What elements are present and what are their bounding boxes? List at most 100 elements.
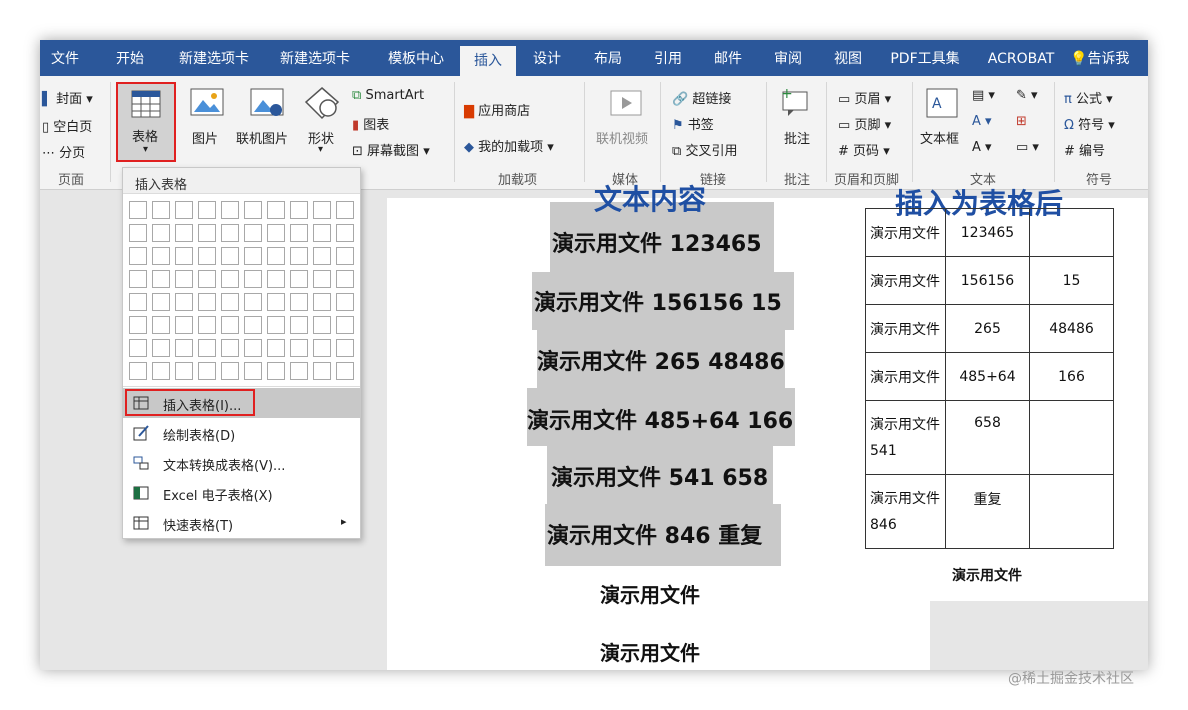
convert-text-to-table-menu-item[interactable]: 文本转换成表格(V)... — [123, 448, 360, 478]
grid-cell[interactable] — [336, 362, 354, 380]
table-cell[interactable]: 15 — [1029, 256, 1114, 305]
wordart-icon[interactable]: A ▾ — [972, 114, 992, 129]
grid-cell[interactable] — [267, 201, 285, 219]
grid-cell[interactable] — [175, 339, 193, 357]
page-number-button[interactable]: # 页码 ▾ — [838, 140, 890, 159]
textbox-button[interactable]: 文本框 — [920, 128, 959, 147]
grid-cell[interactable] — [221, 247, 239, 265]
grid-cell[interactable] — [129, 316, 147, 334]
smartart-button[interactable]: ⧉ SmartArt — [352, 88, 424, 103]
table-button[interactable]: 表格 ▾ — [116, 82, 176, 162]
store-button[interactable]: ▇ 应用商店 — [464, 100, 530, 119]
grid-cell[interactable] — [290, 316, 308, 334]
tab-view[interactable]: 视图 — [820, 40, 876, 76]
result-table[interactable]: 演示用文件 123465 演示用文件 156156 15 演示用文件 265 4… — [865, 208, 1114, 549]
equation-button[interactable]: π 公式 ▾ — [1064, 88, 1113, 107]
grid-cell[interactable] — [290, 293, 308, 311]
table-cell[interactable] — [1029, 208, 1114, 257]
grid-cell[interactable] — [152, 293, 170, 311]
grid-cell[interactable] — [221, 339, 239, 357]
quick-tables-menu-item[interactable]: 快速表格(T) ▸ — [123, 508, 360, 538]
grid-cell[interactable] — [267, 316, 285, 334]
grid-cell[interactable] — [313, 224, 331, 242]
grid-cell[interactable] — [129, 339, 147, 357]
cross-reference-button[interactable]: ⧉ 交叉引用 — [672, 140, 737, 159]
grid-cell[interactable] — [313, 316, 331, 334]
page-break-button[interactable]: ⋯ 分页 — [42, 142, 85, 161]
table-cell[interactable]: 演示用文件 — [865, 256, 946, 305]
grid-cell[interactable] — [129, 224, 147, 242]
grid-cell[interactable] — [290, 224, 308, 242]
grid-cell[interactable] — [221, 362, 239, 380]
tab-review[interactable]: 审阅 — [760, 40, 816, 76]
grid-cell[interactable] — [313, 339, 331, 357]
grid-cell[interactable] — [152, 316, 170, 334]
tab-tell-me[interactable]: 💡告诉我 — [1070, 40, 1148, 76]
footer-button[interactable]: ▭ 页脚 ▾ — [838, 114, 891, 133]
grid-cell[interactable] — [267, 362, 285, 380]
table-cell[interactable]: 演示用文件 — [865, 208, 946, 257]
tab-design[interactable]: 设计 — [520, 40, 574, 76]
quick-parts-icon[interactable]: ▤ ▾ — [972, 88, 995, 103]
grid-cell[interactable] — [175, 247, 193, 265]
grid-cell[interactable] — [129, 247, 147, 265]
grid-cell[interactable] — [152, 339, 170, 357]
grid-cell[interactable] — [244, 247, 262, 265]
grid-cell[interactable] — [198, 224, 216, 242]
table-cell[interactable]: 485+64 — [945, 352, 1030, 401]
blank-page-button[interactable]: ▯ 空白页 — [42, 116, 92, 135]
excel-spreadsheet-menu-item[interactable]: Excel 电子表格(X) — [123, 478, 360, 508]
grid-cell[interactable] — [313, 270, 331, 288]
grid-cell[interactable] — [244, 339, 262, 357]
tab-mailings[interactable]: 邮件 — [700, 40, 756, 76]
table-cell[interactable]: 265 — [945, 304, 1030, 353]
tab-template-center[interactable]: 模板中心 — [372, 40, 460, 76]
grid-cell[interactable] — [198, 270, 216, 288]
object-icon[interactable]: ⊞ — [1016, 114, 1027, 129]
grid-cell[interactable] — [244, 362, 262, 380]
tab-pdf-tools[interactable]: PDF工具集 — [880, 40, 970, 76]
grid-cell[interactable] — [152, 201, 170, 219]
picture-button[interactable]: 图片 — [192, 128, 218, 147]
tab-insert[interactable]: 插入 — [460, 46, 516, 76]
grid-cell[interactable] — [244, 293, 262, 311]
grid-cell[interactable] — [336, 293, 354, 311]
grid-cell[interactable] — [290, 201, 308, 219]
signature-line-icon[interactable]: ✎ ▾ — [1016, 88, 1038, 103]
tab-acrobat[interactable]: ACROBAT — [980, 40, 1062, 76]
table-cell[interactable] — [1029, 400, 1114, 475]
table-size-grid[interactable] — [129, 201, 357, 383]
grid-cell[interactable] — [290, 247, 308, 265]
numbering-button[interactable]: # 编号 — [1064, 140, 1105, 159]
date-time-icon[interactable]: ▭ ▾ — [1016, 140, 1039, 155]
grid-cell[interactable] — [175, 224, 193, 242]
grid-cell[interactable] — [152, 224, 170, 242]
grid-cell[interactable] — [267, 270, 285, 288]
cover-page-button[interactable]: ▌ 封面 ▾ — [42, 88, 93, 107]
online-video-button[interactable]: 联机视频 — [596, 128, 648, 147]
grid-cell[interactable] — [129, 270, 147, 288]
new-comment-button[interactable]: 批注 — [784, 128, 810, 147]
header-button[interactable]: ▭ 页眉 ▾ — [838, 88, 891, 107]
grid-cell[interactable] — [198, 247, 216, 265]
grid-cell[interactable] — [198, 201, 216, 219]
table-cell[interactable]: 166 — [1029, 352, 1114, 401]
table-cell[interactable]: 演示用文件 — [865, 304, 946, 353]
grid-cell[interactable] — [267, 339, 285, 357]
hyperlink-button[interactable]: 🔗 超链接 — [672, 88, 731, 107]
table-cell[interactable]: 156156 — [945, 256, 1030, 305]
grid-cell[interactable] — [244, 316, 262, 334]
table-cell[interactable]: 658 — [945, 400, 1030, 475]
grid-cell[interactable] — [336, 316, 354, 334]
drop-cap-icon[interactable]: A ▾ — [972, 140, 992, 155]
tab-new-1[interactable]: 新建选项卡 — [170, 40, 258, 76]
grid-cell[interactable] — [152, 362, 170, 380]
table-cell[interactable]: 48486 — [1029, 304, 1114, 353]
tab-layout[interactable]: 布局 — [580, 40, 636, 76]
grid-cell[interactable] — [244, 201, 262, 219]
table-cell[interactable] — [1029, 474, 1114, 549]
grid-cell[interactable] — [198, 339, 216, 357]
grid-cell[interactable] — [198, 293, 216, 311]
grid-cell[interactable] — [290, 339, 308, 357]
grid-cell[interactable] — [336, 201, 354, 219]
